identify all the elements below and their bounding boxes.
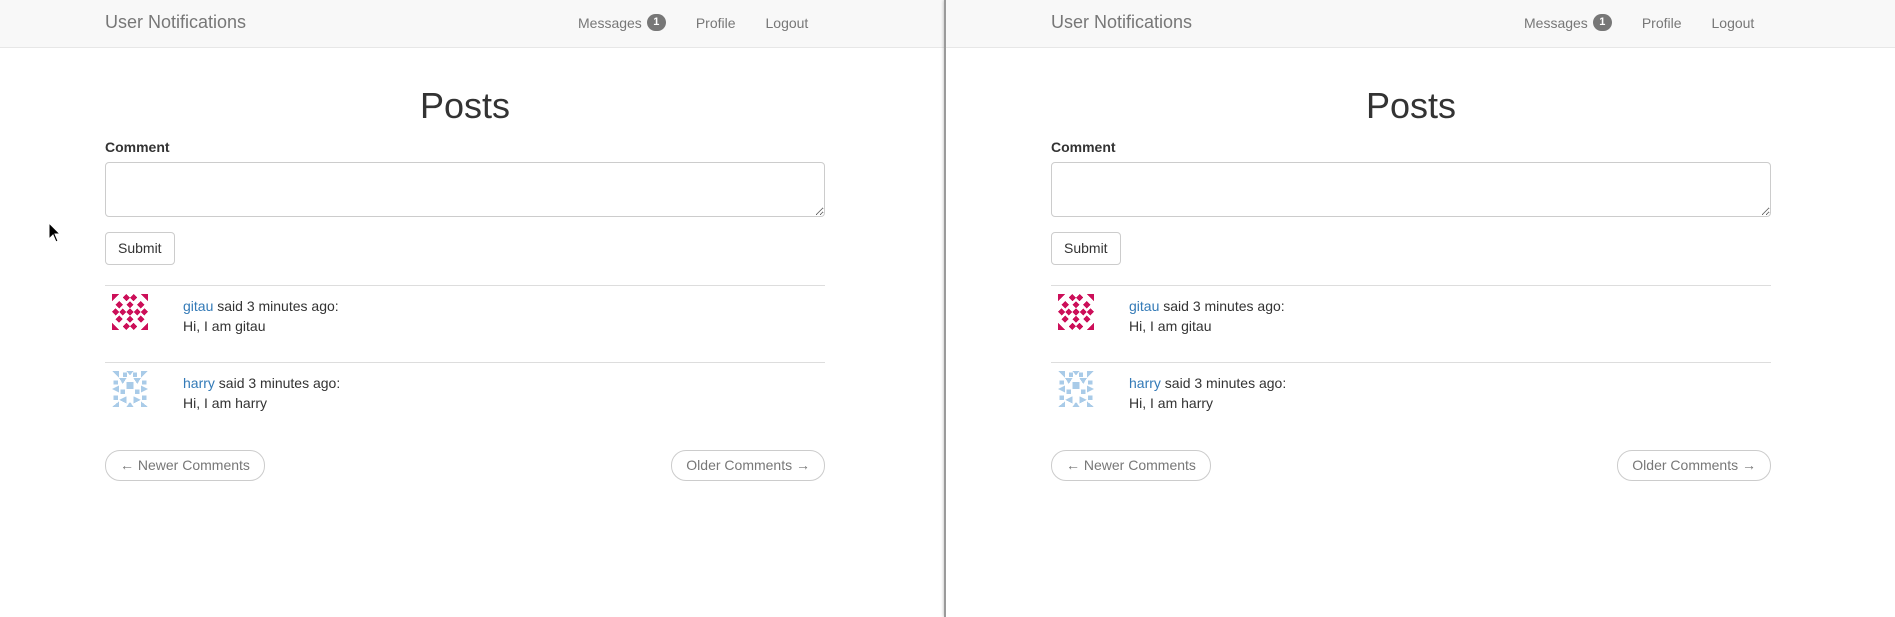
- nav-messages[interactable]: Messages 1: [1524, 14, 1612, 31]
- post-body: Hi, I am gitau: [183, 318, 266, 334]
- submit-button[interactable]: Submit: [105, 232, 175, 265]
- navbar: User Notifications Messages 1 Profile Lo…: [0, 0, 944, 48]
- nav-profile[interactable]: Profile: [1642, 14, 1682, 31]
- post-author-link[interactable]: harry: [1129, 375, 1161, 391]
- nav-profile[interactable]: Profile: [696, 14, 736, 31]
- older-comments-button[interactable]: Older Comments →: [671, 450, 825, 481]
- page-title: Posts: [419, 85, 511, 126]
- messages-count-badge: 1: [1592, 14, 1612, 31]
- navbar-brand[interactable]: User Notifications: [1051, 12, 1192, 33]
- posts-list: gitau said 3 minutes ago: Hi, I am gitau: [1051, 285, 1771, 439]
- browser-window-left: User Notifications Messages 1 Profile Lo…: [0, 0, 944, 617]
- navbar-links: Messages 1 Profile Logout: [578, 14, 838, 31]
- post-meta: said 3 minutes ago:: [1160, 375, 1287, 391]
- post-meta: said 3 minutes ago:: [1159, 298, 1285, 314]
- post-author-link[interactable]: harry: [183, 375, 215, 391]
- comment-input[interactable]: [1051, 162, 1771, 217]
- navbar: User Notifications Messages 1 Profile Lo…: [946, 0, 1895, 48]
- comment-input[interactable]: [105, 162, 825, 217]
- comment-label: Comment: [1051, 139, 1116, 155]
- main-content: Posts Comment Submit gitau said 3 minute…: [1051, 47, 1771, 482]
- pager: ← Newer Comments Older Comments →: [105, 450, 825, 482]
- post-item: gitau said 3 minutes ago: Hi, I am gitau: [1051, 286, 1771, 363]
- messages-count-badge: 1: [646, 14, 666, 31]
- post-body: Hi, I am harry: [183, 395, 268, 411]
- identicon-gitau: [112, 294, 148, 330]
- browser-window-right: User Notifications Messages 1 Profile Lo…: [946, 0, 1895, 617]
- navbar-brand[interactable]: User Notifications: [105, 12, 246, 33]
- nav-logout[interactable]: Logout: [1712, 14, 1755, 31]
- nav-logout[interactable]: Logout: [766, 14, 809, 31]
- identicon-harry: [1058, 371, 1094, 407]
- post-author-link[interactable]: gitau: [183, 298, 213, 314]
- post-text: gitau said 3 minutes ago: Hi, I am gitau: [1129, 296, 1285, 336]
- older-comments-button[interactable]: Older Comments →: [1617, 450, 1771, 481]
- post-meta: said 3 minutes ago:: [213, 298, 339, 314]
- posts-list: gitau said 3 minutes ago: Hi, I am gitau: [105, 285, 825, 439]
- post-item: gitau said 3 minutes ago: Hi, I am gitau: [105, 286, 825, 363]
- page-title: Posts: [1365, 85, 1457, 126]
- post-text: harry said 3 minutes ago: Hi, I am harry: [1129, 373, 1286, 413]
- identicon-gitau: [1058, 294, 1094, 330]
- newer-comments-button[interactable]: ← Newer Comments: [105, 450, 265, 481]
- post-item: harry said 3 minutes ago: Hi, I am harry: [105, 363, 825, 439]
- post-author-link[interactable]: gitau: [1129, 298, 1159, 314]
- identicon-harry: [112, 371, 148, 407]
- pager: ← Newer Comments Older Comments →: [1051, 450, 1771, 482]
- navbar-links: Messages 1 Profile Logout: [1524, 14, 1784, 31]
- nav-messages-label: Messages: [1524, 14, 1588, 31]
- submit-button[interactable]: Submit: [1051, 232, 1121, 265]
- post-body: Hi, I am gitau: [1129, 318, 1212, 334]
- mouse-pointer-icon: [48, 222, 62, 243]
- nav-messages[interactable]: Messages 1: [578, 14, 666, 31]
- post-item: harry said 3 minutes ago: Hi, I am harry: [1051, 363, 1771, 439]
- comment-label: Comment: [105, 139, 170, 155]
- newer-comments-button[interactable]: ← Newer Comments: [1051, 450, 1211, 481]
- nav-messages-label: Messages: [578, 14, 642, 31]
- main-content: Posts Comment Submit gitau said 3 minute…: [105, 47, 825, 482]
- post-text: harry said 3 minutes ago: Hi, I am harry: [183, 373, 340, 413]
- post-text: gitau said 3 minutes ago: Hi, I am gitau: [183, 296, 339, 336]
- post-body: Hi, I am harry: [1129, 395, 1214, 411]
- post-meta: said 3 minutes ago:: [214, 375, 341, 391]
